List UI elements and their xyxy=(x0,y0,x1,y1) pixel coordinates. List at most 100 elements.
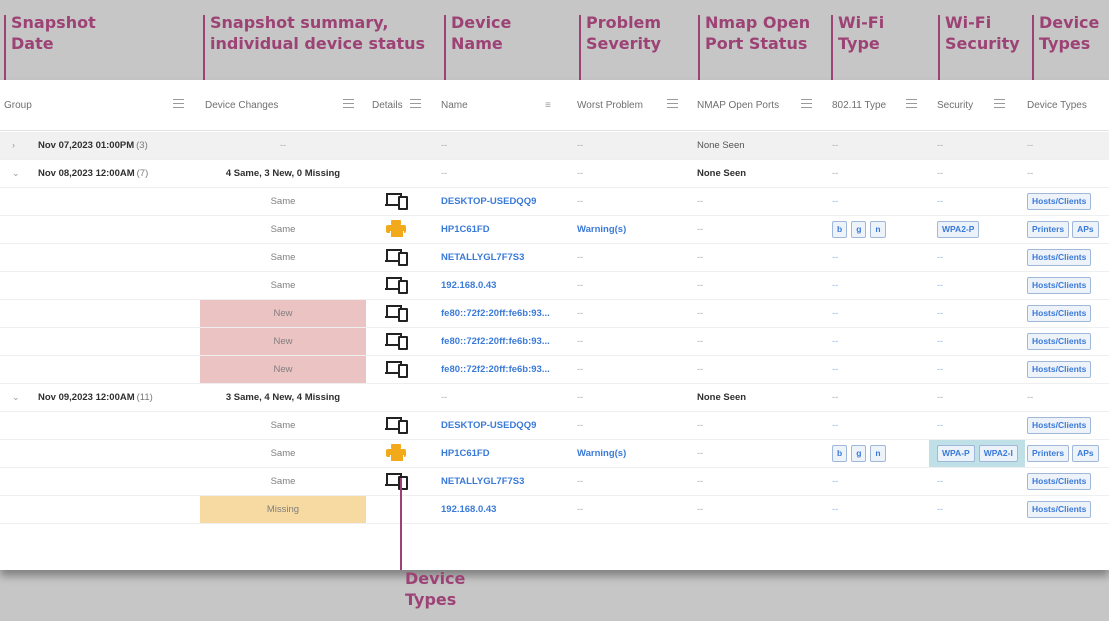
table-row[interactable]: Same HP1C61FD Warning(s) -- b g n WPA-P WPA2-I Pr… xyxy=(0,440,1109,468)
table-row[interactable]: Missing 192.168.0.43 -- -- -- -- Hosts/Clients xyxy=(0,496,1109,524)
table-row[interactable]: Same NETALLYGL7F7S3 -- -- -- -- Hosts/Clients xyxy=(0,468,1109,496)
printer-icon[interactable] xyxy=(386,444,406,462)
column-header-device-types[interactable]: Device Types xyxy=(1027,100,1087,111)
worst-problem-cell: -- xyxy=(577,308,584,319)
device-type-chip[interactable]: Hosts/Clients xyxy=(1027,500,1092,518)
column-header-security[interactable]: Security xyxy=(937,100,973,111)
table-row[interactable]: New fe80::72f2:20ff:fe6b:93... -- -- -- -- Hos… xyxy=(0,356,1109,384)
security-cell: -- xyxy=(937,392,944,403)
device-name-link[interactable]: fe80::72f2:20ff:fe6b:93... xyxy=(441,300,566,327)
column-header-nmap[interactable]: NMAP Open Ports xyxy=(697,100,779,111)
column-header-group[interactable]: Group xyxy=(4,100,32,111)
device-type-chip[interactable]: Hosts/Clients xyxy=(1027,248,1092,266)
callout-line: Types xyxy=(405,590,457,609)
laptop-phone-icon[interactable] xyxy=(385,332,408,350)
worst-problem-cell: -- xyxy=(577,504,584,515)
device-types-chips: Hosts/Clients xyxy=(1027,496,1109,523)
table-row[interactable]: Same HP1C61FD Warning(s) -- b g n WPA2-P Printer… xyxy=(0,216,1109,244)
security-cell: -- xyxy=(937,336,944,347)
device-change-status: Same xyxy=(270,196,296,207)
laptop-phone-icon[interactable] xyxy=(385,360,408,378)
callout-device-types: Device Types xyxy=(1032,12,1100,90)
device-type-chip[interactable]: Hosts/Clients xyxy=(1027,332,1092,350)
device-type-chip[interactable]: Printers xyxy=(1027,220,1070,238)
device-name-link[interactable]: DESKTOP-USEDQQ9 xyxy=(441,188,566,215)
worst-problem-cell: -- xyxy=(577,476,584,487)
security-chips: WPA2-P xyxy=(937,216,1017,243)
security-chip: WPA2-P xyxy=(937,220,980,238)
type-cell: -- xyxy=(832,252,839,263)
nmap-cell: -- xyxy=(697,196,704,207)
column-menu-icon[interactable] xyxy=(173,99,184,108)
device-name-link[interactable]: DESKTOP-USEDQQ9 xyxy=(441,412,566,439)
sort-list-icon[interactable]: ≡ xyxy=(545,100,551,111)
device-type-chip[interactable]: APs xyxy=(1072,220,1099,238)
worst-problem-cell: -- xyxy=(577,140,584,151)
table-row[interactable]: Same DESKTOP-USEDQQ9 -- -- -- -- Hosts/Clients xyxy=(0,188,1109,216)
callout-pointer-line xyxy=(400,478,402,570)
group-row[interactable]: ⌄ Nov 09,2023 12:00AM (11) 3 Same, 4 New, 4… xyxy=(0,384,1109,412)
laptop-phone-icon[interactable] xyxy=(385,248,408,266)
table-row[interactable]: Same DESKTOP-USEDQQ9 -- -- -- -- Hosts/Clients xyxy=(0,412,1109,440)
callout-line: Port Status xyxy=(705,34,808,53)
device-name-link[interactable]: NETALLYGL7F7S3 xyxy=(441,468,566,495)
device-type-chip[interactable]: Hosts/Clients xyxy=(1027,360,1092,378)
device-type-chip[interactable]: Hosts/Clients xyxy=(1027,416,1092,434)
column-menu-icon[interactable] xyxy=(410,99,421,108)
device-type-chip[interactable]: Hosts/Clients xyxy=(1027,304,1092,322)
device-type-chip[interactable]: Hosts/Clients xyxy=(1027,472,1092,490)
security-chip: WPA2-I xyxy=(978,444,1018,462)
worst-problem-cell: -- xyxy=(577,336,584,347)
table-row[interactable]: New fe80::72f2:20ff:fe6b:93... -- -- -- -- Hos… xyxy=(0,328,1109,356)
device-type-chip[interactable]: Hosts/Clients xyxy=(1027,276,1092,294)
column-header-name[interactable]: Name xyxy=(441,100,468,111)
device-type-chip[interactable]: Printers xyxy=(1027,444,1070,462)
chevron-down-icon[interactable]: ⌄ xyxy=(12,160,24,187)
column-menu-icon[interactable] xyxy=(801,99,812,108)
callout-line: Device xyxy=(1039,13,1100,32)
device-name-link[interactable]: 192.168.0.43 xyxy=(441,496,566,523)
device-types-chips: Hosts/Clients xyxy=(1027,188,1109,215)
column-menu-icon[interactable] xyxy=(994,99,1005,108)
type-cell: -- xyxy=(832,364,839,375)
worst-problem-cell[interactable]: Warning(s) xyxy=(577,216,677,243)
table-row[interactable]: Same NETALLYGL7F7S3 -- -- -- -- Hosts/Clients xyxy=(0,244,1109,272)
group-row[interactable]: › Nov 07,2023 01:00PM (3) -- -- -- None Seen --… xyxy=(0,132,1109,160)
laptop-phone-icon[interactable] xyxy=(385,276,408,294)
worst-problem-cell: -- xyxy=(577,420,584,431)
device-name-link[interactable]: fe80::72f2:20ff:fe6b:93... xyxy=(441,328,566,355)
device-name-link[interactable]: fe80::72f2:20ff:fe6b:93... xyxy=(441,356,566,383)
type-cell: -- xyxy=(832,280,839,291)
worst-problem-cell: -- xyxy=(577,196,584,207)
worst-problem-cell[interactable]: Warning(s) xyxy=(577,440,677,467)
callout-wifi-security: Wi-Fi Security xyxy=(938,12,1020,90)
device-type-chip[interactable]: Hosts/Clients xyxy=(1027,192,1092,210)
device-type-chip[interactable]: APs xyxy=(1072,444,1099,462)
nmap-cell: None Seen xyxy=(697,168,747,179)
callout-device-types-bottom: Device Types xyxy=(398,568,465,610)
table-row[interactable]: New fe80::72f2:20ff:fe6b:93... -- -- -- -- Hos… xyxy=(0,300,1109,328)
column-menu-icon[interactable] xyxy=(906,99,917,108)
device-name-link[interactable]: HP1C61FD xyxy=(441,440,566,467)
device-name-link[interactable]: HP1C61FD xyxy=(441,216,566,243)
column-menu-icon[interactable] xyxy=(667,99,678,108)
laptop-phone-icon[interactable] xyxy=(385,416,408,434)
device-types-chips: Hosts/Clients xyxy=(1027,412,1109,439)
device-types-chips: Hosts/Clients xyxy=(1027,300,1109,327)
column-menu-icon[interactable] xyxy=(343,99,354,108)
column-header-worst-problem[interactable]: Worst Problem xyxy=(577,100,643,111)
laptop-phone-icon[interactable] xyxy=(385,304,408,322)
column-header-device-changes[interactable]: Device Changes xyxy=(205,100,278,111)
printer-icon[interactable] xyxy=(386,220,406,238)
security-cell: -- xyxy=(937,140,944,151)
laptop-phone-icon[interactable] xyxy=(385,472,408,490)
device-name-link[interactable]: 192.168.0.43 xyxy=(441,272,566,299)
chevron-right-icon[interactable]: › xyxy=(12,132,24,159)
chevron-down-icon[interactable]: ⌄ xyxy=(12,384,24,411)
group-row[interactable]: ⌄ Nov 08,2023 12:00AM (7) 4 Same, 3 New, 0 … xyxy=(0,160,1109,188)
table-row[interactable]: Same 192.168.0.43 -- -- -- -- Hosts/Clients xyxy=(0,272,1109,300)
column-header-details[interactable]: Details xyxy=(372,100,403,111)
laptop-phone-icon[interactable] xyxy=(385,192,408,210)
column-header-80211-type[interactable]: 802.11 Type xyxy=(832,100,886,111)
device-name-link[interactable]: NETALLYGL7F7S3 xyxy=(441,244,566,271)
